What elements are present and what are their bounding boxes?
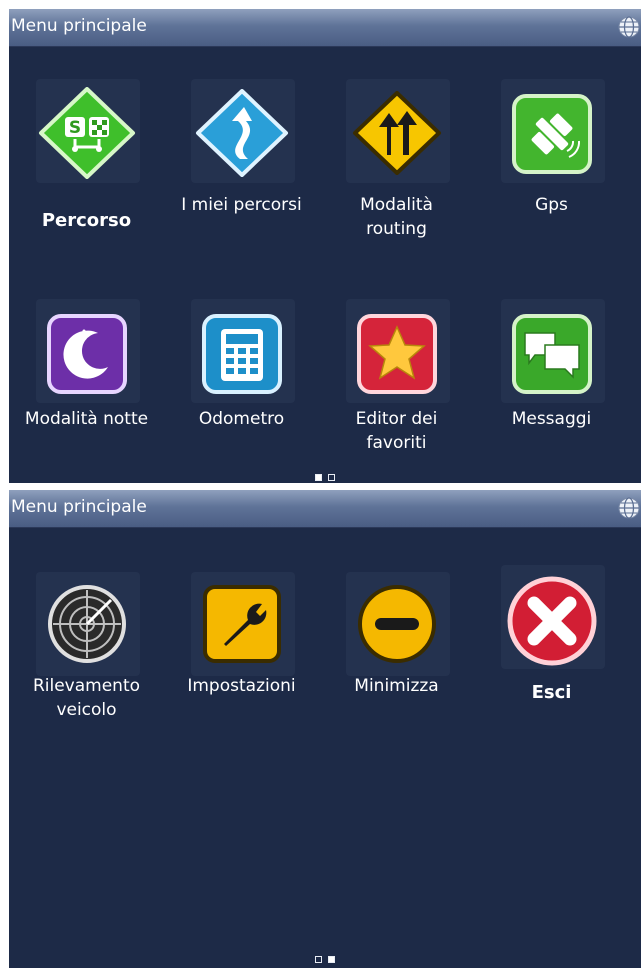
menu-item-label: Modalità notte xyxy=(24,409,149,429)
menu-item-label: Minimizza xyxy=(354,676,439,696)
calculator-icon xyxy=(202,314,282,394)
main-menu-page-1: Menu principale S Percorso I miei percor… xyxy=(9,9,641,483)
night-mode-icon: + xyxy=(47,314,127,394)
globe-icon[interactable] xyxy=(618,497,640,519)
page-indicator xyxy=(312,956,338,966)
routing-mode-icon xyxy=(353,91,441,175)
menu-item-label: Odometro xyxy=(198,409,285,429)
menu-item-esci[interactable]: Esci xyxy=(474,565,629,745)
page-title: Menu principale xyxy=(11,16,147,36)
wrench-icon xyxy=(203,585,281,663)
main-menu-page-2: Menu principale Rilevamento veicolo Impo… xyxy=(9,490,641,968)
menu-item-modalita-routing[interactable]: Modalità routing xyxy=(319,79,474,259)
menu-item-label: Editor dei favoriti xyxy=(355,409,438,453)
menu-item-modalita-notte[interactable]: + Modalità notte xyxy=(9,299,164,469)
globe-icon[interactable] xyxy=(618,16,640,38)
menu-item-rilevamento-veicolo[interactable]: Rilevamento veicolo xyxy=(9,572,164,752)
menu-item-label: Percorso xyxy=(41,210,132,231)
menu-item-label: Gps xyxy=(535,195,568,215)
page-dot-1[interactable] xyxy=(315,474,322,481)
menu-item-percorso[interactable]: S Percorso xyxy=(9,79,164,259)
messages-icon xyxy=(512,314,592,394)
title-bar: Menu principale xyxy=(9,490,641,528)
menu-item-label: Esci xyxy=(531,682,572,703)
star-icon xyxy=(357,314,437,394)
menu-item-gps[interactable]: Gps xyxy=(474,79,629,259)
radar-icon xyxy=(48,585,126,663)
menu-item-label: I miei percorsi xyxy=(181,195,302,215)
menu-item-i-miei-percorsi[interactable]: I miei percorsi xyxy=(164,79,319,259)
gps-satellite-icon xyxy=(512,94,592,174)
my-routes-icon xyxy=(196,89,288,177)
menu-item-impostazioni[interactable]: Impostazioni xyxy=(164,572,319,752)
menu-item-editor-dei-favoriti[interactable]: Editor dei favoriti xyxy=(319,299,474,469)
title-bar: Menu principale xyxy=(9,9,641,47)
route-icon: S xyxy=(39,87,135,179)
menu-item-messaggi[interactable]: Messaggi xyxy=(474,299,629,469)
menu-item-label: Modalità routing xyxy=(360,195,433,239)
page-dot-2[interactable] xyxy=(328,956,335,963)
menu-item-odometro[interactable]: Odometro xyxy=(164,299,319,469)
page-indicator xyxy=(312,474,338,483)
page-dot-2[interactable] xyxy=(328,474,335,481)
svg-text:S: S xyxy=(69,118,81,138)
close-icon xyxy=(507,576,597,666)
menu-item-label: Rilevamento veicolo xyxy=(32,676,141,720)
menu-item-minimizza[interactable]: Minimizza xyxy=(319,572,474,752)
menu-item-label: Messaggi xyxy=(511,409,592,429)
svg-text:+: + xyxy=(70,331,82,347)
minus-icon xyxy=(358,585,436,663)
page-dot-1[interactable] xyxy=(315,956,322,963)
menu-item-label: Impostazioni xyxy=(187,676,296,696)
page-title: Menu principale xyxy=(11,497,147,517)
